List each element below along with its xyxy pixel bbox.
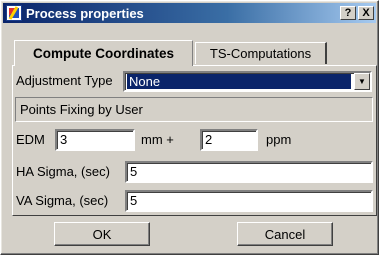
ppm-label: ppm: [266, 132, 292, 147]
ha-sigma-label: HA Sigma, (sec): [16, 164, 110, 179]
app-icon: [6, 5, 22, 21]
edm-ppm-input[interactable]: 2: [200, 129, 258, 151]
help-button[interactable]: ?: [340, 6, 356, 20]
window-title: Process properties: [26, 5, 144, 21]
points-fixing-group: Points Fixing by User: [15, 97, 373, 122]
va-sigma-label: VA Sigma, (sec): [16, 193, 109, 208]
adjustment-type-select[interactable]: None ▼: [123, 71, 372, 92]
ha-sigma-input[interactable]: 5: [125, 161, 373, 183]
title-bar[interactable]: Process properties ? X: [3, 3, 376, 23]
tab-compute-coordinates[interactable]: Compute Coordinates: [14, 40, 193, 66]
adjustment-type-label: Adjustment Type: [16, 73, 113, 88]
edm-label: EDM: [16, 132, 45, 147]
adjustment-type-value: None: [127, 74, 351, 89]
close-button[interactable]: X: [358, 6, 374, 20]
ok-button[interactable]: OK: [54, 222, 150, 246]
edm-mm-input[interactable]: 3: [55, 129, 135, 151]
tab-ts-computations[interactable]: TS-Computations: [195, 42, 327, 64]
cancel-button[interactable]: Cancel: [237, 222, 333, 246]
mm-plus-label: mm +: [141, 132, 174, 147]
chevron-down-icon[interactable]: ▼: [354, 73, 370, 90]
points-fixing-label: Points Fixing by User: [20, 102, 143, 117]
va-sigma-input[interactable]: 5: [125, 190, 373, 212]
process-properties-dialog: Process properties ? X Compute Coordinat…: [0, 0, 379, 255]
